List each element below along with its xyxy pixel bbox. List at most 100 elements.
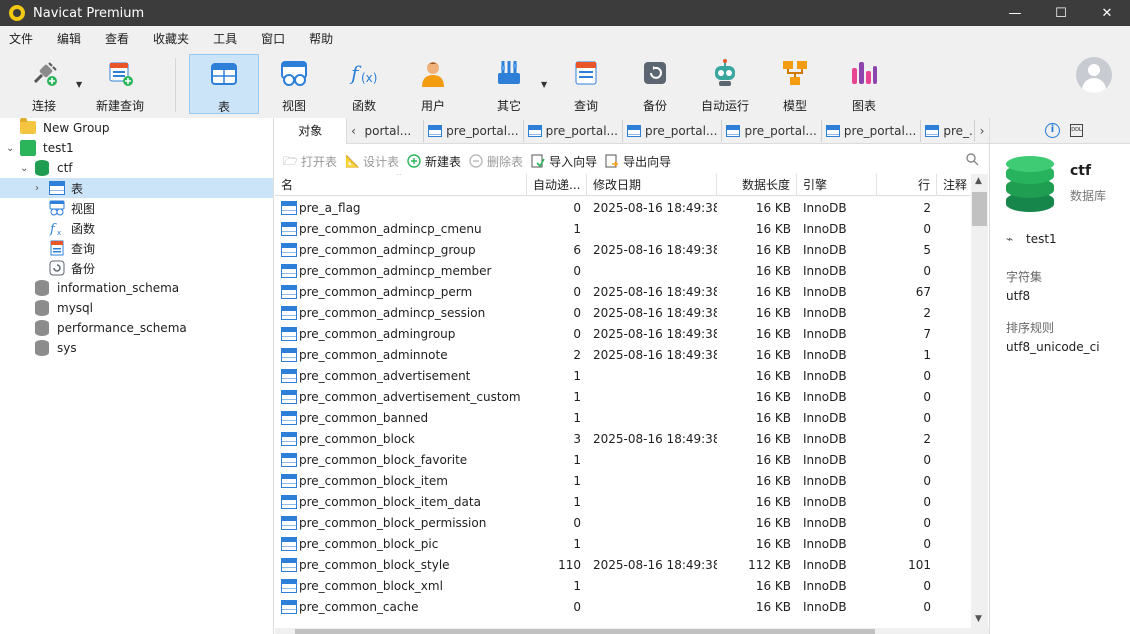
tab-item[interactable]: pre_portal... bbox=[524, 119, 624, 142]
scrollbar-thumb[interactable] bbox=[295, 629, 875, 634]
tree-item-new-group[interactable]: New Group bbox=[0, 118, 273, 138]
table-row[interactable]: pre_common_block_permission 0 16 KB InnoDB 0 bbox=[275, 513, 971, 534]
tab-item[interactable]: portal... bbox=[361, 119, 425, 142]
chevron-down-icon[interactable]: ⌄ bbox=[6, 143, 14, 154]
table-row[interactable]: pre_common_block_xml 1 16 KB InnoDB 0 bbox=[275, 576, 971, 597]
tab-item[interactable]: pre_portal... bbox=[722, 119, 822, 142]
tree-item-information-schema[interactable]: information_schema bbox=[0, 278, 273, 298]
menu-window[interactable]: 窗口 bbox=[249, 26, 297, 52]
table-row[interactable]: pre_common_block_pic 1 16 KB InnoDB 0 bbox=[275, 534, 971, 555]
user-avatar[interactable] bbox=[1076, 57, 1112, 93]
tab-scroll-right-icon[interactable]: › bbox=[975, 124, 989, 138]
vertical-scrollbar[interactable]: ▲ ▼ bbox=[971, 174, 988, 630]
cell-auto-increment: 2 bbox=[573, 348, 581, 362]
database-large-icon bbox=[1006, 156, 1054, 212]
table-row[interactable]: pre_common_admincp_perm 0 2025-08-16 18:49… bbox=[275, 282, 971, 303]
table-row[interactable]: pre_common_block_item_data 1 16 KB InnoDB 0 bbox=[275, 492, 971, 513]
column-header-data-length[interactable]: 数据长度 bbox=[717, 174, 797, 196]
minimize-button[interactable]: — bbox=[992, 0, 1038, 26]
scrollbar-thumb[interactable] bbox=[972, 192, 987, 226]
tree-item-sys[interactable]: sys bbox=[0, 338, 273, 358]
user-button[interactable]: 用户 bbox=[403, 54, 463, 114]
table-row[interactable]: pre_common_admincp_group 6 2025-08-16 18:4… bbox=[275, 240, 971, 261]
ddl-icon[interactable]: DDL bbox=[1070, 124, 1083, 137]
tree-item-performance-schema[interactable]: performance_schema bbox=[0, 318, 273, 338]
table-row[interactable]: pre_common_block_favorite 1 16 KB InnoDB 0 bbox=[275, 450, 971, 471]
tree-item-backups[interactable]: 备份 bbox=[0, 258, 273, 278]
menu-help[interactable]: 帮助 bbox=[297, 26, 345, 52]
table-row[interactable]: pre_common_advertisement_custom 1 16 KB Inn… bbox=[275, 387, 971, 408]
close-button[interactable]: ✕ bbox=[1084, 0, 1130, 26]
open-folder-icon: 🗁 bbox=[283, 154, 298, 168]
menu-edit[interactable]: 编辑 bbox=[45, 26, 93, 52]
table-row[interactable]: pre_common_advertisement 1 16 KB InnoDB 0 bbox=[275, 366, 971, 387]
connect-dropdown-icon[interactable]: ▼ bbox=[76, 80, 82, 89]
table-row[interactable]: pre_a_flag 0 2025-08-16 18:49:38 16 KB InnoD… bbox=[275, 198, 971, 219]
export-wizard-button[interactable]: 导出向导 bbox=[605, 153, 671, 170]
tree-item-database-ctf[interactable]: ⌄ ctf bbox=[0, 158, 273, 178]
table-row[interactable]: pre_common_admincp_cmenu 1 16 KB InnoDB 0 bbox=[275, 219, 971, 240]
chart-button[interactable]: 图表 bbox=[834, 54, 894, 114]
horizontal-scrollbar[interactable] bbox=[275, 628, 989, 634]
scroll-down-icon[interactable]: ▼ bbox=[975, 614, 982, 624]
tree-item-tables[interactable]: › 表 bbox=[0, 178, 273, 198]
cell-rows: 5 bbox=[923, 243, 931, 257]
table-row[interactable]: pre_common_block 3 2025-08-16 18:49:38 16 K… bbox=[275, 429, 971, 450]
backup-button[interactable]: 备份 bbox=[625, 54, 685, 114]
menu-tools[interactable]: 工具 bbox=[201, 26, 249, 52]
table-row[interactable]: pre_common_block_item 1 16 KB InnoDB 0 bbox=[275, 471, 971, 492]
info-icon[interactable]: i bbox=[1045, 123, 1060, 138]
toolbar-divider bbox=[175, 58, 176, 112]
tab-objects[interactable]: 对象 bbox=[275, 117, 347, 144]
table-row[interactable]: pre_common_admincp_session 0 2025-08-16 18… bbox=[275, 303, 971, 324]
tree-item-queries[interactable]: 查询 bbox=[0, 238, 273, 258]
tree-item-views[interactable]: 视图 bbox=[0, 198, 273, 218]
table-icon bbox=[281, 453, 297, 467]
column-header-modified[interactable]: 修改日期 bbox=[587, 174, 717, 196]
search-icon[interactable] bbox=[965, 152, 979, 166]
design-table-button[interactable]: 📐 设计表 bbox=[345, 153, 399, 170]
table-row[interactable]: pre_common_banned 1 16 KB InnoDB 0 bbox=[275, 408, 971, 429]
chevron-down-icon[interactable]: ⌄ bbox=[20, 163, 28, 174]
tab-scroll-left-icon[interactable]: ‹ bbox=[347, 124, 361, 138]
column-header-comment[interactable]: 注释 bbox=[937, 174, 971, 196]
model-button[interactable]: 模型 bbox=[765, 54, 825, 114]
tree-item-functions[interactable]: fx 函数 bbox=[0, 218, 273, 238]
other-dropdown-icon[interactable]: ▼ bbox=[541, 80, 547, 89]
tab-item[interactable]: pre_portal... bbox=[424, 119, 524, 142]
cell-auto-increment: 0 bbox=[573, 327, 581, 341]
tree-item-connection[interactable]: ⌄ test1 bbox=[0, 138, 273, 158]
table-button[interactable]: 表 bbox=[189, 54, 259, 114]
delete-table-button[interactable]: 删除表 bbox=[469, 153, 523, 170]
automation-button[interactable]: 自动运行 bbox=[695, 54, 755, 114]
view-button[interactable]: 视图 bbox=[264, 54, 324, 114]
new-query-button[interactable]: 新建查询 bbox=[90, 54, 150, 114]
other-button[interactable]: 其它 bbox=[479, 54, 539, 114]
table-icon bbox=[281, 516, 297, 530]
table-row[interactable]: pre_common_adminnote 2 2025-08-16 18:49:38… bbox=[275, 345, 971, 366]
column-header-rows[interactable]: 行 bbox=[877, 174, 937, 196]
tab-item[interactable]: pre_portal... bbox=[623, 119, 723, 142]
query-button[interactable]: 查询 bbox=[556, 54, 616, 114]
menu-view[interactable]: 查看 bbox=[93, 26, 141, 52]
column-header-engine[interactable]: 引擎 bbox=[797, 174, 877, 196]
chevron-right-icon[interactable]: › bbox=[35, 183, 39, 194]
table-row[interactable]: pre_common_cache 0 16 KB InnoDB 0 bbox=[275, 597, 971, 618]
new-table-button[interactable]: 新建表 bbox=[407, 153, 461, 170]
open-table-button[interactable]: 🗁 打开表 bbox=[283, 153, 337, 170]
import-wizard-button[interactable]: 导入向导 bbox=[531, 153, 597, 170]
tab-item[interactable]: pre_... bbox=[921, 119, 976, 142]
menu-file[interactable]: 文件 bbox=[0, 26, 45, 52]
maximize-button[interactable]: ☐ bbox=[1038, 0, 1084, 26]
column-header-auto-increment[interactable]: 自动递... bbox=[527, 174, 587, 196]
tree-item-mysql[interactable]: mysql bbox=[0, 298, 273, 318]
menu-favorites[interactable]: 收藏夹 bbox=[141, 26, 201, 52]
tab-item[interactable]: pre_portal... bbox=[822, 119, 922, 142]
table-row[interactable]: pre_common_admincp_member 0 16 KB InnoDB 0 bbox=[275, 261, 971, 282]
connect-button[interactable]: 连接 bbox=[14, 54, 74, 114]
function-button[interactable]: f (x) 函数 bbox=[334, 54, 394, 114]
table-row[interactable]: pre_common_admingroup 0 2025-08-16 18:49:3… bbox=[275, 324, 971, 345]
cell-data-length: 16 KB bbox=[755, 348, 791, 362]
table-row[interactable]: pre_common_block_style 110 2025-08-16 18:4… bbox=[275, 555, 971, 576]
scroll-up-icon[interactable]: ▲ bbox=[975, 176, 982, 186]
